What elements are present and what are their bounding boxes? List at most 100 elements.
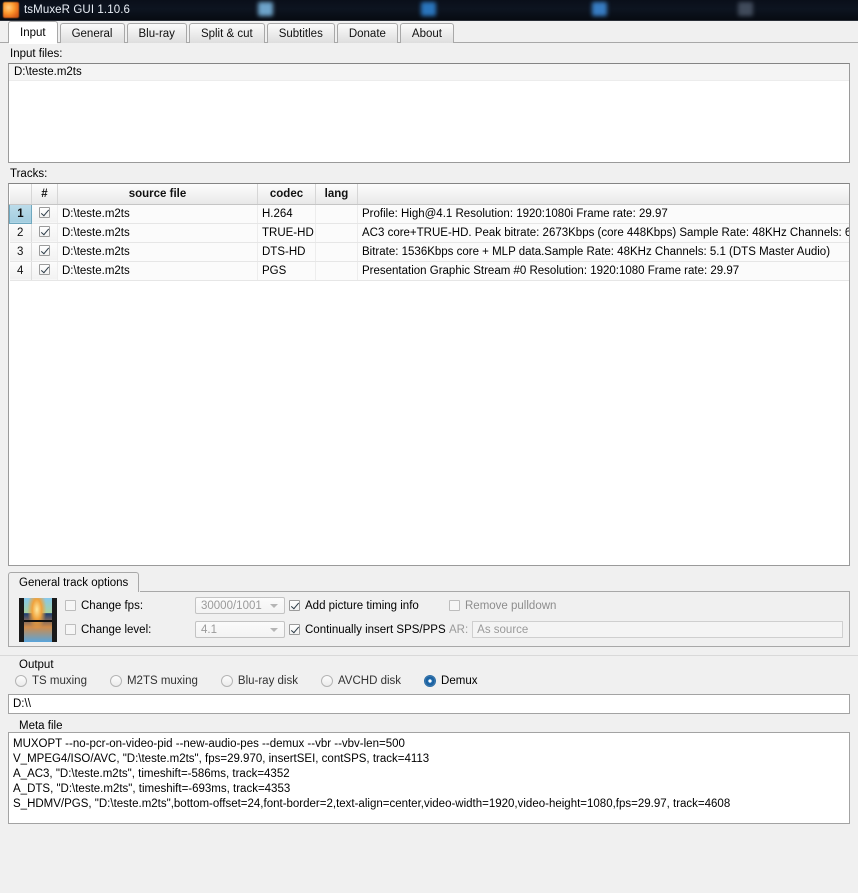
remove-pulldown-checkbox-icon[interactable] [449,600,460,611]
meta-line: MUXOPT --no-pcr-on-video-pid --new-audio… [13,738,405,750]
table-row[interactable]: 2 D:\teste.m2ts TRUE-HD AC3 core+TRUE-HD… [9,223,849,243]
checkbox-icon[interactable] [39,207,50,218]
continually-insert-sps-pps-label: Continually insert SPS/PPS [305,623,446,636]
output-mode-radio-group: TS muxing M2TS muxing Blu-ray disk AVCHD… [8,671,850,694]
change-fps-checkbox-icon[interactable] [65,600,76,611]
column-header-number[interactable]: # [31,184,58,205]
column-header-spacer[interactable] [9,184,32,205]
add-picture-timing-row[interactable]: Add picture timing info [289,597,449,614]
continually-insert-sps-pps-checkbox-icon[interactable] [289,624,300,635]
table-row[interactable]: 3 D:\teste.m2ts DTS-HD Bitrate: 1536Kbps… [9,242,849,262]
aspect-ratio-dropdown[interactable]: As source [472,621,843,638]
change-level-row[interactable]: Change level: [65,621,195,638]
change-level-checkbox-icon[interactable] [65,624,76,635]
track-enable-checkbox-cell[interactable] [31,223,58,243]
change-level-dropdown[interactable]: 4.1 [195,621,285,638]
main-tab-bar: Input General Blu-ray Split & cut Subtit… [0,21,858,44]
taskbar-ghost-icon-1 [258,2,273,16]
radio-bluray-disk[interactable]: Blu-ray disk [216,675,298,687]
add-picture-timing-label: Add picture timing info [305,599,419,612]
track-lang [315,242,358,262]
output-section-title: Output [16,659,57,671]
track-enable-checkbox-cell[interactable] [31,204,58,224]
track-source-file: D:\teste.m2ts [57,242,258,262]
change-fps-dropdown[interactable]: 30000/1001 [195,597,285,614]
checkbox-icon[interactable] [39,245,50,256]
track-index[interactable]: 4 [9,261,32,281]
meta-line: A_DTS, "D:\teste.m2ts", timeshift=-693ms… [13,783,291,795]
checkbox-icon[interactable] [39,264,50,275]
radio-ts-muxing[interactable]: TS muxing [10,675,87,687]
track-codec: PGS [257,261,316,281]
continually-insert-sps-pps-row[interactable]: Continually insert SPS/PPS [289,621,449,638]
radio-icon-selected[interactable] [424,675,437,687]
track-description: Profile: High@4.1 Resolution: 1920:1080i… [357,204,849,224]
radio-demux-label: Demux [441,675,478,687]
radio-icon[interactable] [320,675,333,687]
tsmuxer-app-icon [3,2,19,18]
film-strip-icon [19,598,57,642]
change-fps-row[interactable]: Change fps: [65,597,195,614]
tab-general[interactable]: General [59,23,125,43]
track-index[interactable]: 3 [9,242,32,262]
chevron-down-icon[interactable] [270,628,278,632]
tab-subtitles[interactable]: Subtitles [266,23,335,43]
track-options-tab-row: General track options [8,572,850,592]
tracks-table: # source file codec lang 1 D:\teste.m2ts… [9,184,849,281]
track-lang [315,261,358,281]
radio-avchd-disk[interactable]: AVCHD disk [316,675,401,687]
tab-donate[interactable]: Donate [336,23,398,43]
track-index[interactable]: 2 [9,223,32,243]
change-level-value: 4.1 [201,623,217,636]
tab-about[interactable]: About [399,23,454,43]
add-picture-timing-checkbox-icon[interactable] [289,600,300,611]
tab-general-track-options[interactable]: General track options [8,572,140,592]
input-file-item[interactable]: D:\teste.m2ts [9,64,849,81]
tab-input[interactable]: Input [8,21,58,44]
column-header-codec[interactable]: codec [257,184,316,205]
radio-avchd-disk-label: AVCHD disk [337,675,402,687]
input-tab-panel: Input files: D:\teste.m2ts Tracks: # sou… [0,43,858,893]
track-options-section: General track options Change fps: Change… [8,572,850,647]
column-header-lang[interactable]: lang [315,184,358,205]
output-path-input[interactable]: D:\\ [8,694,850,714]
track-enable-checkbox-cell[interactable] [31,261,58,281]
tab-split-and-cut[interactable]: Split & cut [188,23,265,43]
track-options-panel: Change fps: Change level: 30000/1001 4.1 [8,591,850,647]
radio-icon[interactable] [109,675,122,687]
track-enable-checkbox-cell[interactable] [31,242,58,262]
aspect-ratio-label: AR: [449,623,469,636]
radio-demux[interactable]: Demux [419,675,477,687]
aspect-ratio-row[interactable]: AR: As source [449,621,843,638]
chevron-down-icon[interactable] [270,604,278,608]
track-index[interactable]: 1 [9,203,32,224]
tab-bluray[interactable]: Blu-ray [126,23,187,43]
meta-file-textarea[interactable]: MUXOPT --no-pcr-on-video-pid --new-audio… [8,732,850,824]
track-codec: TRUE-HD [257,223,316,243]
output-section: Output TS muxing M2TS muxing Blu-ray dis… [0,655,858,714]
radio-ts-muxing-label: TS muxing [32,675,87,687]
title-bar: tsMuxeR GUI 1.10.6 [0,0,858,21]
track-source-file: D:\teste.m2ts [57,261,258,281]
input-files-list[interactable]: D:\teste.m2ts [8,63,850,163]
track-lang [315,204,358,224]
meta-file-title: Meta file [16,720,66,732]
track-codec: DTS-HD [257,242,316,262]
column-header-description[interactable] [357,184,849,205]
column-header-source-file[interactable]: source file [57,184,258,205]
table-row[interactable]: 4 D:\teste.m2ts PGS Presentation Graphic… [9,261,849,281]
radio-m2ts-muxing-label: M2TS muxing [126,675,198,687]
table-row[interactable]: 1 D:\teste.m2ts H.264 Profile: High@4.1 … [9,203,849,224]
track-source-file: D:\teste.m2ts [57,204,258,224]
radio-m2ts-muxing[interactable]: M2TS muxing [105,675,198,687]
tracks-table-container[interactable]: # source file codec lang 1 D:\teste.m2ts… [8,183,850,566]
meta-file-section: Meta file MUXOPT --no-pcr-on-video-pid -… [8,720,850,824]
taskbar-ghost-icon-4 [738,2,753,16]
taskbar-ghost-icon-3 [592,2,607,16]
taskbar-ghost-icon-2 [421,2,436,16]
radio-icon[interactable] [220,675,233,687]
remove-pulldown-row[interactable]: Remove pulldown [449,597,843,614]
radio-bluray-disk-label: Blu-ray disk [237,675,298,687]
checkbox-icon[interactable] [39,226,50,237]
radio-icon[interactable] [15,675,27,687]
